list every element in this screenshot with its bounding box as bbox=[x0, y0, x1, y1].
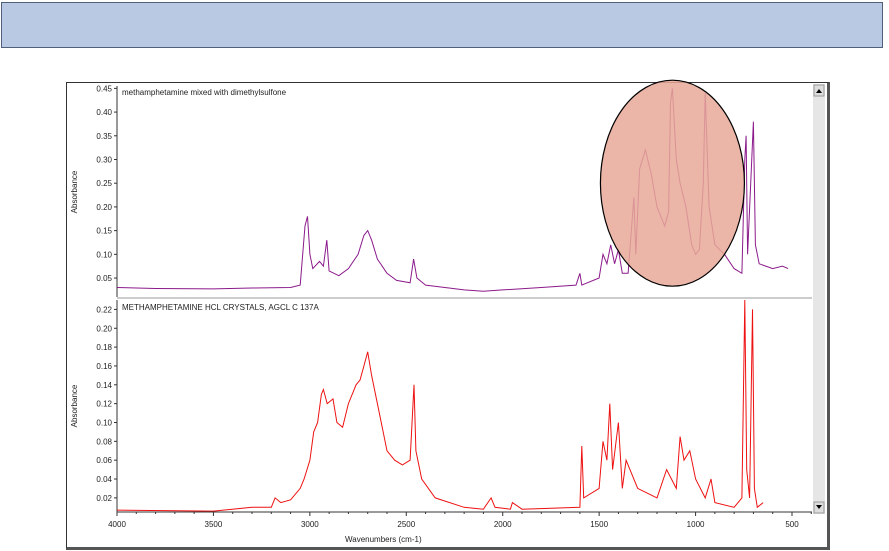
y-tick-label: 0.25 bbox=[96, 179, 112, 188]
y-tick-label: 0.10 bbox=[96, 250, 112, 259]
y-tick-label: 0.22 bbox=[96, 305, 112, 314]
x-tick-label: 3500 bbox=[205, 520, 223, 529]
x-tick-label: 1500 bbox=[590, 520, 608, 529]
highlight-ellipse bbox=[599, 79, 746, 287]
y-tick-label: 0.12 bbox=[96, 400, 112, 409]
y-tick-label: 0.06 bbox=[96, 456, 112, 465]
y-tick-label: 0.08 bbox=[96, 437, 112, 446]
y-tick-label: 0.14 bbox=[96, 381, 112, 390]
top-spectrum-title: methamphetamine mixed with dimethylsulfo… bbox=[122, 88, 287, 97]
bottom-spectrum-title: METHAMPHETAMINE HCL CRYSTALS, AGCL C 137… bbox=[122, 303, 319, 312]
y-tick-label: 0.35 bbox=[96, 132, 112, 141]
y-tick-label: 0.20 bbox=[96, 324, 112, 333]
x-tick-label: 1000 bbox=[687, 520, 705, 529]
y-tick-label: 0.05 bbox=[96, 274, 112, 283]
y-tick-label: 0.15 bbox=[96, 227, 112, 236]
bottom-y-axis-label: Absorbance bbox=[70, 384, 79, 427]
y-tick-label: 0.02 bbox=[96, 494, 112, 503]
top-panel: 0.05 0.10 0.15 0.20 0.25 0.30 0.35 0.40 0.45 bbox=[96, 79, 812, 299]
scrollbar[interactable] bbox=[813, 84, 825, 514]
x-tick-label: 2500 bbox=[397, 520, 415, 529]
bottom-panel: 0.02 0.04 0.06 0.08 0.10 0.12 0.14 0.16 0.18 0.20… bbox=[96, 299, 812, 529]
x-axis-label: Wavenumbers (cm-1) bbox=[345, 535, 422, 544]
y-tick-label: 0.16 bbox=[96, 362, 112, 371]
y-tick-label: 0.45 bbox=[96, 84, 112, 93]
x-tick-label: 500 bbox=[785, 520, 799, 529]
y-tick-label: 0.18 bbox=[96, 343, 112, 352]
spectra-chart: 0.05 0.10 0.15 0.20 0.25 0.30 0.35 0.40 0.45 0.0… bbox=[70, 79, 825, 544]
x-tick-label: 2000 bbox=[494, 520, 512, 529]
spectrum-line-bottom bbox=[116, 299, 764, 512]
y-tick-label: 0.30 bbox=[96, 155, 112, 164]
top-y-axis-label: Absorbance bbox=[70, 170, 79, 213]
y-tick-label: 0.20 bbox=[96, 203, 112, 212]
y-tick-label: 0.40 bbox=[96, 108, 112, 117]
x-tick-label: 3000 bbox=[301, 520, 319, 529]
y-tick-label: 0.10 bbox=[96, 418, 112, 427]
x-tick-label: 4000 bbox=[108, 520, 126, 529]
y-tick-label: 0.04 bbox=[96, 475, 112, 484]
